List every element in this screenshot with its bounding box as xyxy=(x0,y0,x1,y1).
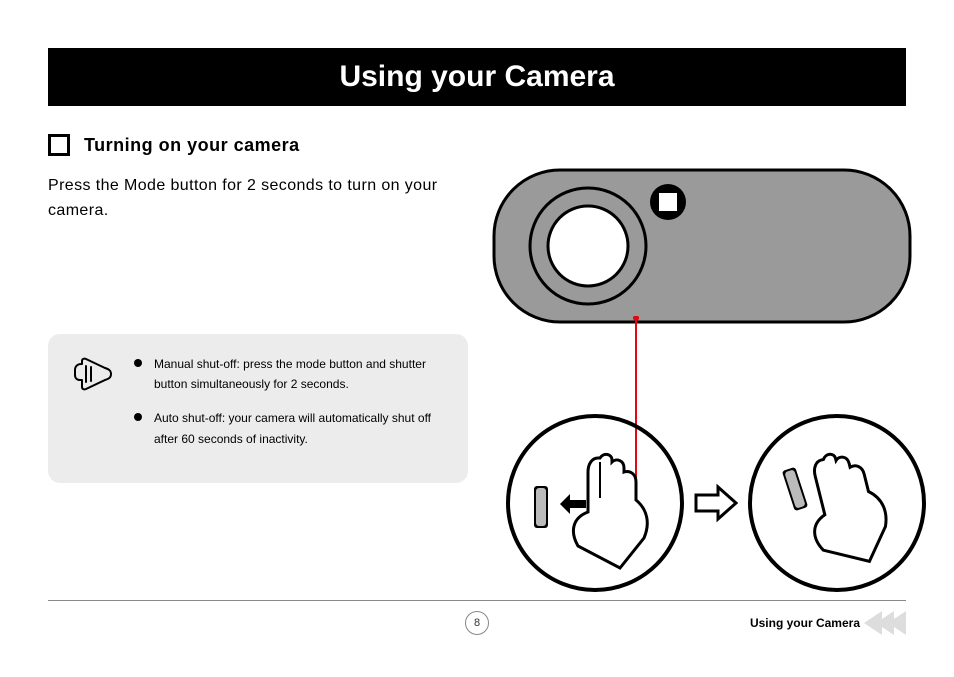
note-callout: Manual shut-off: press the mode button a… xyxy=(48,334,468,484)
left-column: Press the Mode button for 2 seconds to t… xyxy=(48,174,468,483)
section-marker-icon xyxy=(48,134,70,156)
press-button-icon xyxy=(520,428,670,578)
instruction-paragraph: Press the Mode button for 2 seconds to t… xyxy=(48,174,468,224)
content-area: Press the Mode button for 2 seconds to t… xyxy=(48,174,906,483)
manual-page: Using your Camera Turning on your camera… xyxy=(0,0,954,677)
page-number: 8 xyxy=(465,611,489,635)
next-arrow-icon xyxy=(694,483,738,523)
note-item: Auto shut-off: your camera will automati… xyxy=(134,408,446,449)
section-heading-row: Turning on your camera xyxy=(48,134,906,156)
note-item: Manual shut-off: press the mode button a… xyxy=(134,354,446,395)
footer-chevron-icon xyxy=(870,611,906,635)
pointing-hand-icon xyxy=(70,354,116,464)
page-title-banner: Using your Camera xyxy=(48,48,906,106)
footer-section-label: Using your Camera xyxy=(750,616,860,630)
right-column xyxy=(492,174,906,483)
note-list: Manual shut-off: press the mode button a… xyxy=(134,354,446,464)
page-footer: 8 Using your Camera xyxy=(48,600,906,635)
step-2-circle xyxy=(748,414,926,592)
camera-illustration xyxy=(492,168,912,324)
section-title: Turning on your camera xyxy=(84,135,300,156)
button-pressed-icon xyxy=(762,428,912,578)
footer-right: Using your Camera xyxy=(750,611,906,635)
step-illustrations xyxy=(506,414,926,592)
step-1-circle xyxy=(506,414,684,592)
